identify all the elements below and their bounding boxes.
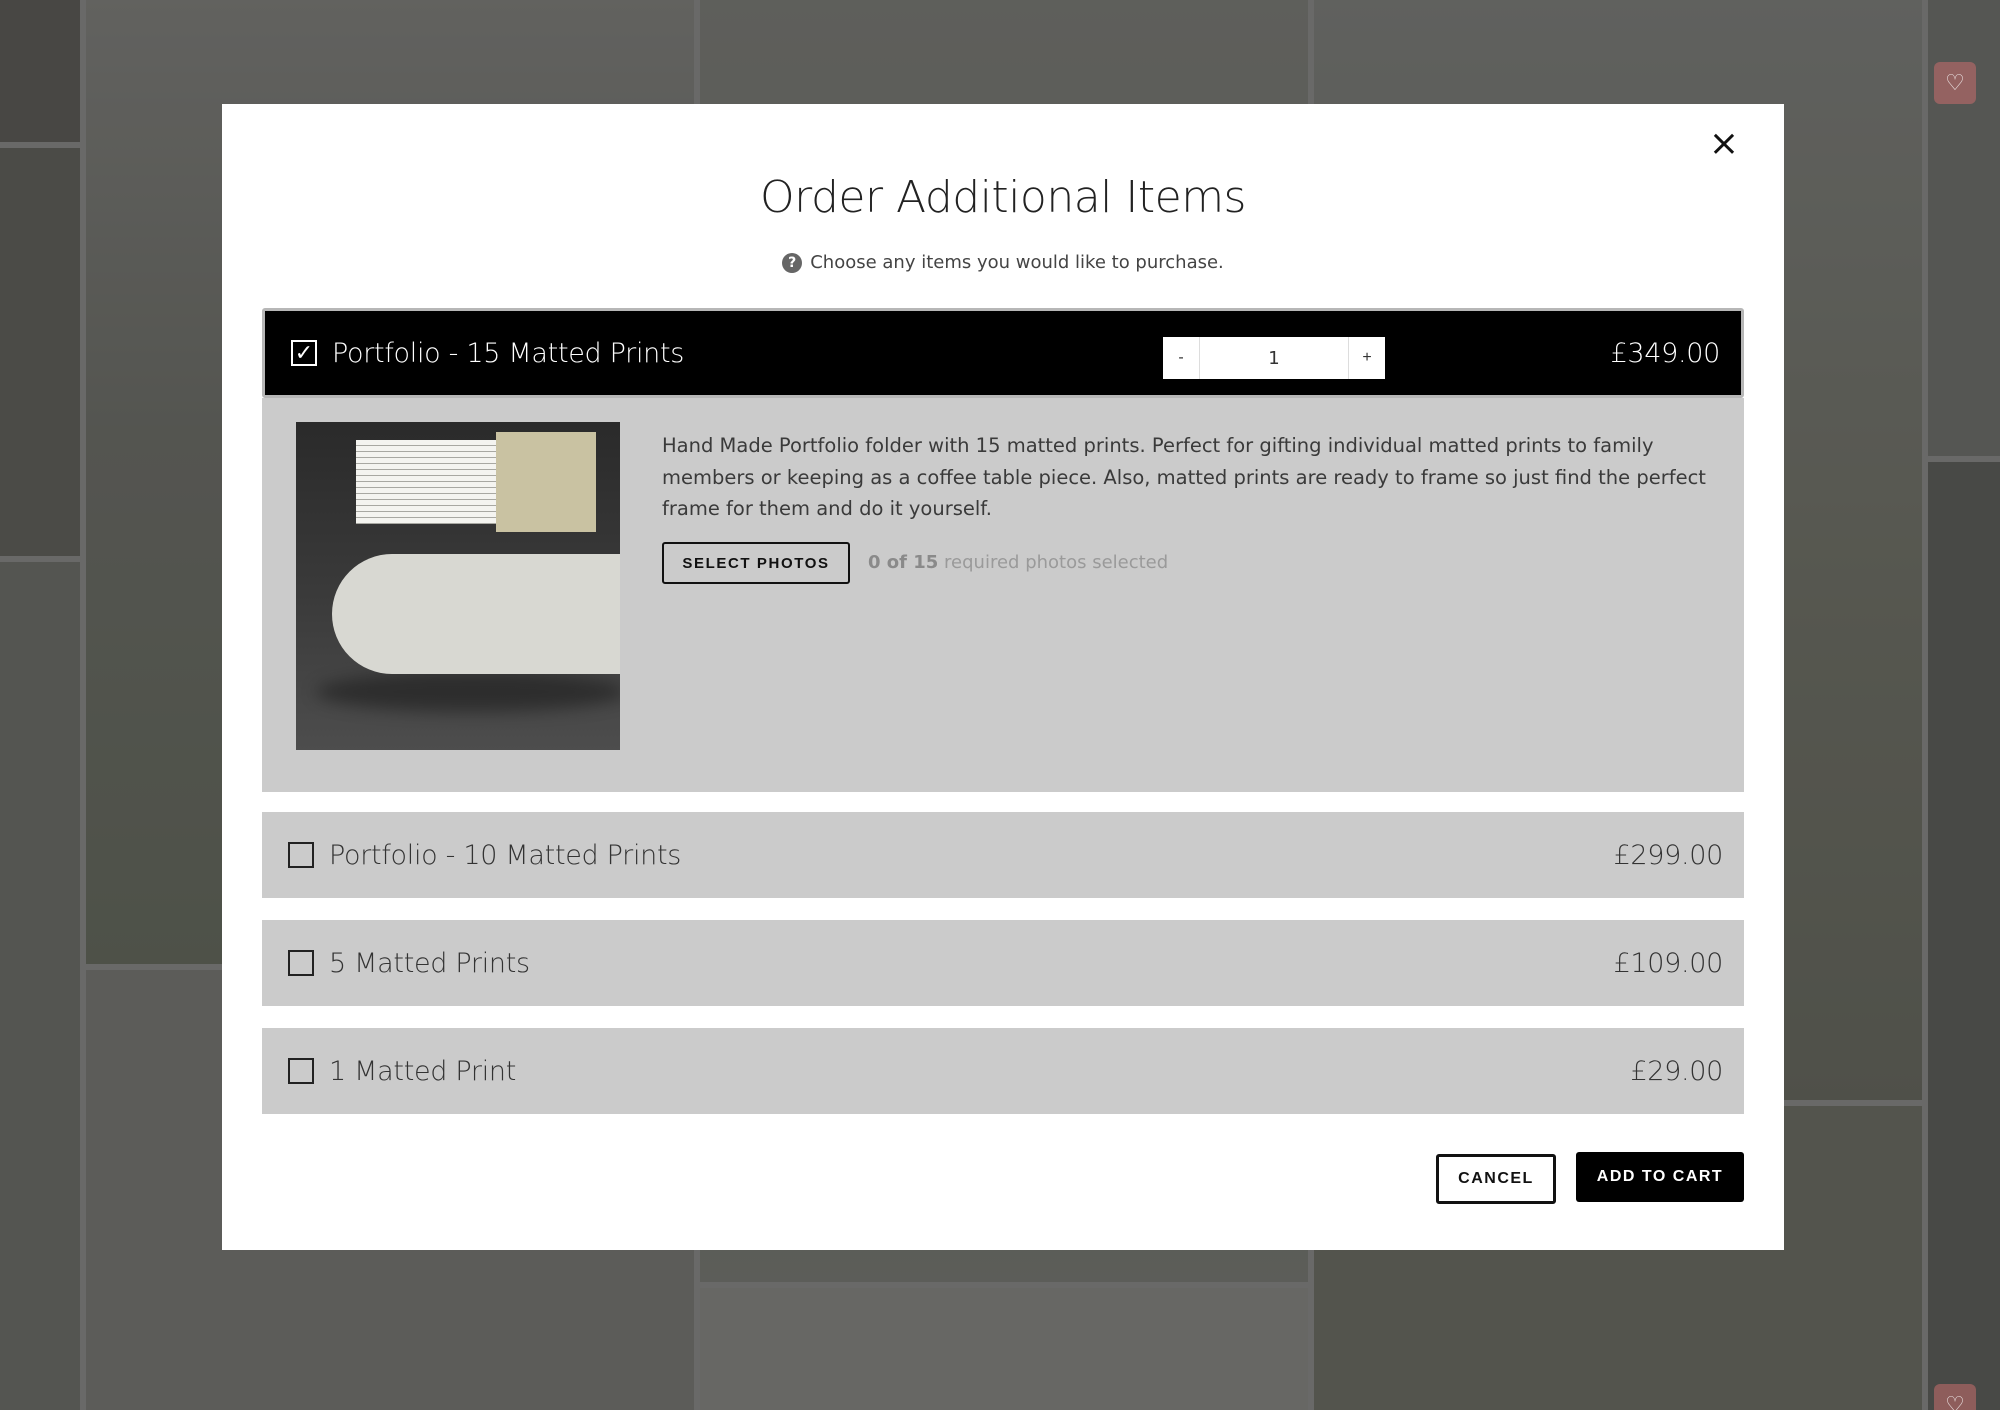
modal-subtitle: ? Choose any items you would like to pur…	[222, 252, 1784, 273]
checkbox-unchecked[interactable]	[288, 950, 314, 976]
item-row-5-matted-prints[interactable]: 5 Matted Prints £109.00	[262, 920, 1744, 1006]
quantity-stepper: - 1 +	[1163, 337, 1385, 379]
item-price: £109.00	[1613, 947, 1723, 979]
required-photos-status: 0 of 15 required photos selected	[868, 552, 1168, 573]
checkbox-checked[interactable]: ✓	[291, 340, 317, 366]
item-list: ✓ Portfolio - 15 Matted Prints - 1 + £34…	[262, 308, 1744, 1114]
quantity-decrement-button[interactable]: -	[1163, 337, 1199, 379]
product-image	[296, 422, 620, 750]
item-price: £349.00	[1610, 337, 1720, 369]
modal-title: Order Additional Items	[760, 172, 1246, 223]
item-price: £299.00	[1613, 839, 1723, 871]
close-button[interactable]: ×	[1704, 124, 1744, 164]
required-photos-count: 0 of 15	[868, 552, 939, 573]
heart-icon[interactable]: ♡	[1934, 62, 1976, 104]
checkbox-unchecked[interactable]	[288, 842, 314, 868]
checkbox-unchecked[interactable]	[288, 1058, 314, 1084]
heart-icon[interactable]: ♡	[1934, 1384, 1976, 1410]
item-name: Portfolio - 10 Matted Prints	[329, 839, 682, 871]
quantity-input[interactable]: 1	[1199, 337, 1349, 379]
required-photos-text: required photos selected	[944, 552, 1169, 573]
item-details: Hand Made Portfolio folder with 15 matte…	[262, 398, 1744, 792]
order-additional-items-modal: × Order Additional Items ? Choose any it…	[222, 104, 1784, 1250]
item-row-portfolio-10[interactable]: Portfolio - 10 Matted Prints £299.00	[262, 812, 1744, 898]
item-price: £29.00	[1630, 1055, 1723, 1087]
item-row-portfolio-15[interactable]: ✓ Portfolio - 15 Matted Prints - 1 + £34…	[262, 308, 1744, 398]
quantity-increment-button[interactable]: +	[1349, 337, 1385, 379]
item-description: Hand Made Portfolio folder with 15 matte…	[662, 434, 1706, 520]
help-icon: ?	[782, 252, 803, 273]
item-name: 1 Matted Print	[329, 1055, 517, 1087]
item-name: 5 Matted Prints	[329, 947, 530, 979]
subtitle-text: Choose any items you would like to purch…	[810, 252, 1224, 273]
add-to-cart-button[interactable]: ADD TO CART	[1576, 1152, 1744, 1202]
item-row-1-matted-print[interactable]: 1 Matted Print £29.00	[262, 1028, 1744, 1114]
cancel-button[interactable]: CANCEL	[1436, 1154, 1556, 1204]
select-photos-button[interactable]: SELECT PHOTOS	[662, 542, 850, 584]
item-name: Portfolio - 15 Matted Prints	[332, 337, 685, 369]
